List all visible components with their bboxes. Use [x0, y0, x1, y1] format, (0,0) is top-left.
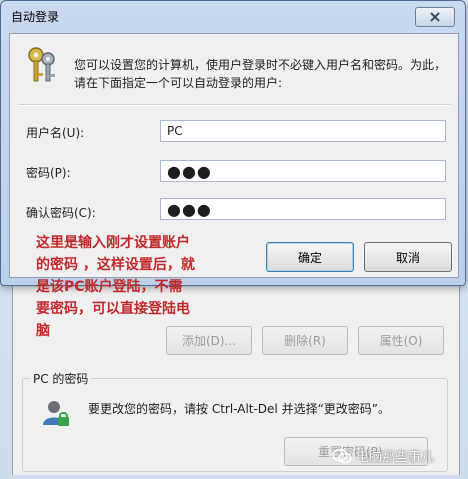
password-input[interactable] — [160, 160, 446, 182]
annotation-line-5: 脑 — [36, 323, 50, 339]
description-line-1: 您可以设置您的计算机，使用户登录时不必键入用户名和密码。为此， — [74, 58, 447, 72]
username-label: 用户名(U): — [26, 126, 85, 140]
user-icon — [43, 401, 69, 426]
change-password-hint: 要更改您的密码，请按 Ctrl-Alt-Del 并选择“更改密码”。 — [88, 402, 391, 416]
description-line-2: 请在下面指定一个可以自动登录的用户: — [74, 76, 283, 90]
annotation-line-3: 是该PC账户登陆，不需 — [36, 279, 183, 295]
username-input[interactable] — [160, 120, 446, 142]
close-icon — [430, 12, 440, 22]
divider — [18, 104, 450, 106]
annotation-text: 这里是输入刚才设置账户 的密码 ，这样设置后，就 是该PC账户登陆，不需 要密码… — [36, 232, 246, 342]
watermark-text: 电脑那些事儿 — [356, 450, 435, 465]
wechat-logo-icon — [332, 448, 352, 463]
delete-button[interactable]: 删除(R) — [262, 326, 348, 355]
keys-icon — [28, 47, 55, 82]
annotation-line-4: 要密码，可以直接登陆电 — [36, 301, 190, 317]
confirm-password-label: 确认密码(C): — [26, 206, 96, 220]
properties-button[interactable]: 属性(O) — [358, 326, 444, 355]
password-label: 密码(P): — [26, 166, 71, 180]
dialog-title: 自动登录 — [11, 10, 60, 24]
ok-button[interactable]: 确定 — [266, 242, 354, 272]
watermark: 电脑那些事儿 — [332, 446, 434, 465]
confirm-password-input[interactable] — [160, 198, 446, 220]
dialog-titlebar[interactable]: 自动登录 — [1, 1, 465, 33]
annotation-line-2: 的密码 ，这样设置后，就 — [36, 257, 195, 273]
close-button[interactable] — [415, 7, 455, 27]
annotation-line-1: 这里是输入刚才设置账户 — [36, 235, 190, 251]
cancel-button[interactable]: 取消 — [364, 242, 452, 272]
password-group-title: PC 的密码 — [30, 370, 92, 387]
